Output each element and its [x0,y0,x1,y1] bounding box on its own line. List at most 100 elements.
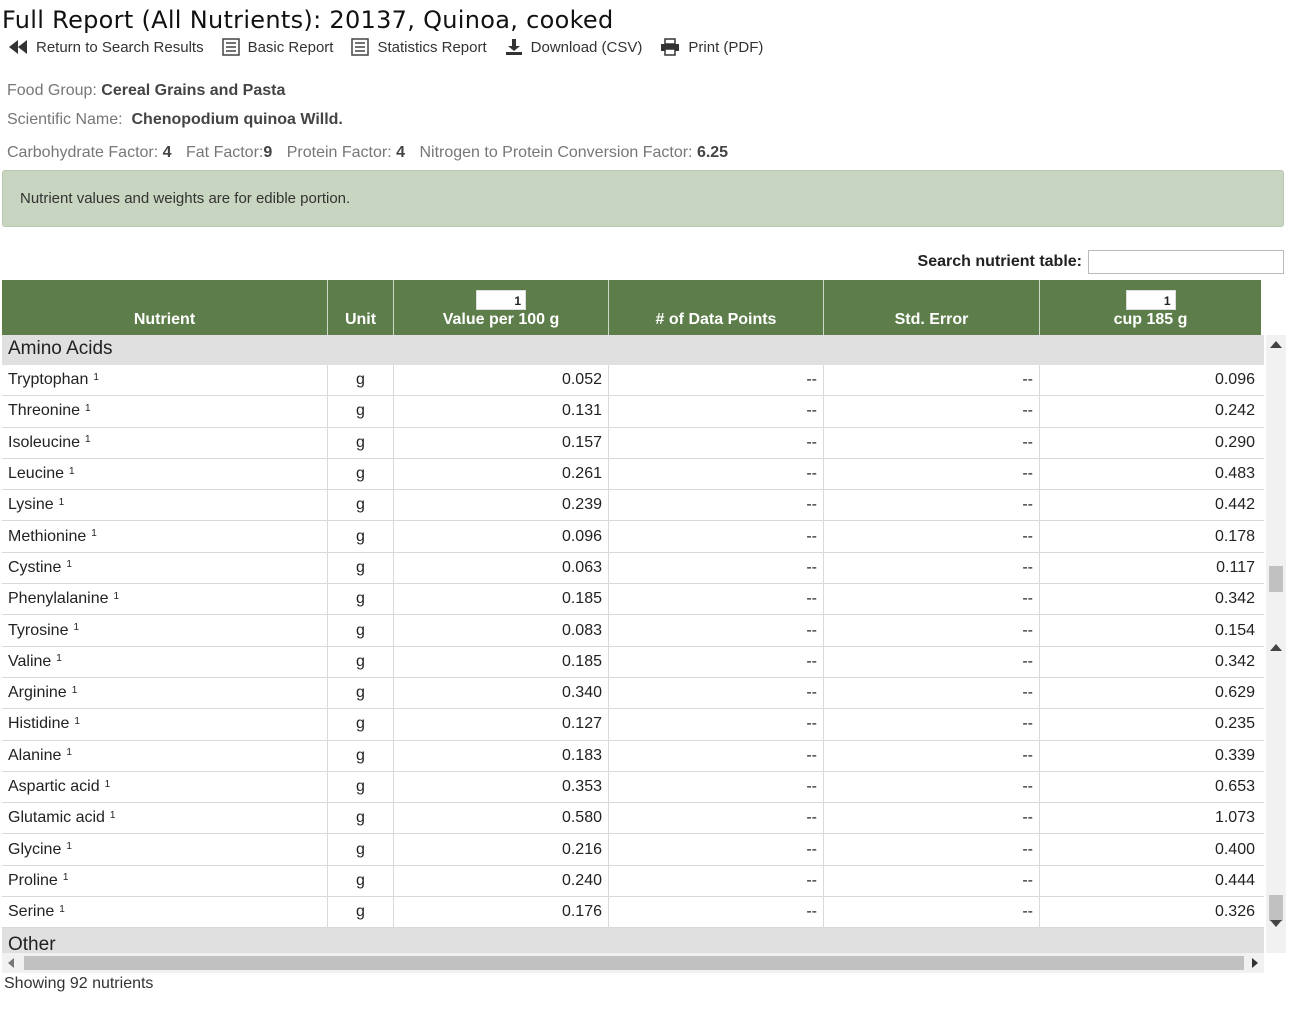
header-cup: 1 cup 185 g [1040,280,1261,335]
scroll-down-icon[interactable] [1270,920,1282,927]
table-row: Proline 1 g 0.240 -- -- 0.444 [2,865,1264,898]
table-row: Tyrosine 1 g 0.083 -- -- 0.154 [2,615,1264,647]
download-csv-link[interactable]: Download (CSV) [505,38,642,56]
value-multiplier-input[interactable]: 1 [476,290,526,310]
nutrient-name: Methionine [8,527,87,545]
footnote-ref[interactable]: 1 [56,653,62,664]
header-data-points[interactable]: # of Data Points [609,280,824,335]
unit-cell: g [328,865,394,897]
header-value-per-100g: 1 Value per 100 g [394,280,609,335]
footnote-ref[interactable]: 1 [85,403,91,414]
unit-cell: g [328,490,394,521]
data-points-cell: -- [609,584,824,615]
cup-value-cell: 0.342 [1214,590,1255,608]
protein-factor-label: Protein Factor: [286,144,392,161]
header-nutrient-label: Nutrient [133,311,196,328]
unit-cell: g [328,615,394,646]
nutrient-name: Lysine [8,496,54,514]
data-points-cell: -- [609,677,824,709]
cup-value-cell: 0.096 [1214,371,1255,389]
print-pdf-label: Print (PDF) [688,38,764,56]
scroll-up-icon[interactable] [1270,644,1282,651]
nutrient-name: Arginine [8,684,67,702]
header-unit[interactable]: Unit [328,280,394,335]
food-group-line: Food Group: Cereal Grains and Pasta [7,82,285,100]
basic-report-link[interactable]: Basic Report [221,38,334,56]
nutrient-name-cell: Glycine 1 [2,834,328,865]
data-points-cell: -- [609,490,824,521]
std-error-cell: -- [824,834,1040,865]
value-cell: 0.261 [394,458,609,490]
edible-portion-notice: Nutrient values and weights are for edib… [2,170,1284,227]
scrollbar-thumb[interactable] [1269,566,1283,592]
cup-value-cell: 0.444 [1214,871,1255,889]
footnote-ref[interactable]: 1 [63,872,69,883]
unit-cell: g [328,834,394,865]
scientific-name-value: Chenopodium quinoa Willd. [131,111,343,128]
nutrient-search: Search nutrient table: [918,250,1284,274]
footnote-ref[interactable]: 1 [66,747,72,758]
nutrient-name: Cystine [8,558,62,576]
std-error-cell: -- [824,365,1040,396]
nutrient-name: Tyrosine [8,621,69,639]
footnote-ref[interactable]: 1 [74,716,80,727]
footnote-ref[interactable]: 1 [72,685,78,696]
footnote-ref[interactable]: 1 [66,559,72,570]
std-error-cell: -- [824,584,1040,615]
footnote-ref[interactable]: 1 [69,466,75,477]
nutrient-name-cell: Lysine 1 [2,490,328,521]
table-row: Phenylalanine 1 g 0.185 -- -- 0.342 [2,584,1264,616]
return-to-search-label: Return to Search Results [36,38,204,56]
statistics-report-label: Statistics Report [377,38,487,56]
basic-report-label: Basic Report [247,38,334,56]
data-points-cell: -- [609,365,824,396]
scroll-up-icon[interactable] [1270,341,1282,348]
nutrient-name: Proline [8,871,58,889]
footnote-ref[interactable]: 1 [59,497,65,508]
data-points-cell: -- [609,897,824,928]
scroll-right-icon[interactable] [1252,958,1258,968]
print-pdf-link[interactable]: Print (PDF) [660,38,763,56]
scrollbar-thumb[interactable] [1269,895,1283,921]
data-points-cell: -- [609,458,824,490]
footnote-ref[interactable]: 1 [114,591,120,602]
footnote-ref[interactable]: 1 [73,622,79,633]
header-nutrient[interactable]: Nutrient [2,280,328,335]
std-error-cell: -- [824,552,1040,584]
cup-value-cell: 0.326 [1214,903,1255,921]
nutrient-name-cell: Histidine 1 [2,709,328,740]
return-to-search-link[interactable]: Return to Search Results [8,39,204,56]
search-input[interactable] [1088,250,1284,274]
nutrient-name: Glutamic acid [8,809,105,827]
unit-cell: g [328,396,394,427]
footnote-ref[interactable]: 1 [105,779,111,790]
unit-cell: g [328,458,394,490]
footnote-ref[interactable]: 1 [91,528,97,539]
horizontal-scrollbar-thumb[interactable] [24,956,1244,970]
value-cell: 0.185 [394,584,609,615]
header-std-error[interactable]: Std. Error [824,280,1040,335]
footnote-ref[interactable]: 1 [85,434,91,445]
table-body: Amino Acids Tryptophan 1 g 0.052 -- -- 0.096 Th… [2,335,1264,953]
value-cell: 0.353 [394,771,609,803]
cup-multiplier-input[interactable]: 1 [1125,290,1176,310]
footnote-ref[interactable]: 1 [59,904,65,915]
footnote-ref[interactable]: 1 [110,810,116,821]
footnote-ref[interactable]: 1 [66,841,72,852]
table-row: Serine 1 g 0.176 -- -- 0.326 [2,897,1264,929]
nutrient-name-cell: Cystine 1 [2,552,328,584]
group-header-amino-acids: Amino Acids [2,335,1264,365]
nutrient-name: Histidine [8,715,70,733]
header-value-label: Value per 100 g [442,311,560,328]
statistics-report-link[interactable]: Statistics Report [351,38,487,56]
value-cell: 0.063 [394,552,609,584]
table-row: Alanine 1 g 0.183 -- -- 0.339 [2,740,1264,772]
vertical-scrollbar[interactable] [1266,335,1286,953]
carb-factor-value: 4 [162,144,172,161]
data-points-cell: -- [609,552,824,584]
horizontal-scrollbar[interactable] [2,953,1264,973]
footnote-ref[interactable]: 1 [93,372,99,383]
scroll-left-icon[interactable] [8,958,14,968]
value-cell: 0.096 [394,521,609,552]
cup-value-cell: 0.178 [1214,527,1255,545]
